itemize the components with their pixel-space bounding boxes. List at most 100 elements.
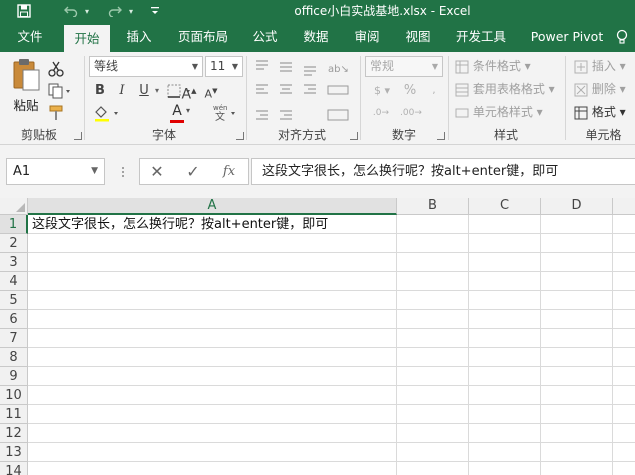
- gridline: [28, 309, 635, 310]
- row-header-13[interactable]: 13: [0, 443, 28, 462]
- underline-dropdown-icon[interactable]: ▾: [152, 82, 162, 100]
- gridline: [28, 347, 635, 348]
- insert-cells-button[interactable]: 插入 ▾: [574, 57, 626, 75]
- worksheet-grid[interactable]: A B C D 1 2 3 4 5 6 7 8 9 10 11 12 13 14…: [0, 198, 635, 475]
- tab-file[interactable]: 文件: [8, 22, 52, 52]
- fill-color-icon: [95, 106, 118, 122]
- paste-icon: [13, 59, 40, 91]
- row-header-14[interactable]: 14: [0, 462, 28, 475]
- row-header-12[interactable]: 12: [0, 424, 28, 443]
- bold-button[interactable]: B: [92, 82, 108, 100]
- increase-font-button[interactable]: A▲: [180, 82, 198, 103]
- format-cells-label: 格式: [591, 105, 616, 119]
- number-format-value: 常规: [370, 59, 395, 73]
- clipboard-group-label: 剪贴板: [20, 128, 57, 142]
- copy-icon[interactable]: [47, 82, 73, 100]
- cancel-formula-icon[interactable]: ✕: [142, 159, 172, 184]
- tab-formulas[interactable]: 公式: [245, 22, 285, 52]
- formula-bar-grip-icon[interactable]: [121, 166, 125, 178]
- row-header-7[interactable]: 7: [0, 329, 28, 348]
- clipboard-launcher-icon[interactable]: [74, 132, 82, 140]
- increase-decimal-button[interactable]: .0→: [368, 104, 394, 122]
- font-size-value: 11: [210, 59, 226, 73]
- font-size-combo[interactable]: 11 ▼: [205, 56, 243, 77]
- column-header-b[interactable]: B: [397, 198, 469, 215]
- cut-icon[interactable]: [47, 60, 67, 78]
- tab-home[interactable]: 开始: [64, 25, 110, 52]
- tab-developer[interactable]: 开发工具: [449, 22, 513, 52]
- gridline: [28, 423, 635, 424]
- row-header-9[interactable]: 9: [0, 367, 28, 386]
- name-box[interactable]: A1 ▼: [6, 158, 105, 185]
- format-as-table-icon: [455, 83, 469, 96]
- italic-button[interactable]: I: [114, 82, 130, 100]
- tab-review[interactable]: 审阅: [347, 22, 387, 52]
- font-color-swatch: [170, 120, 184, 123]
- row-header-5[interactable]: 5: [0, 291, 28, 310]
- enter-formula-icon[interactable]: ✓: [178, 159, 208, 184]
- insert-cells-icon: [574, 60, 588, 73]
- tab-insert[interactable]: 插入: [118, 22, 160, 52]
- delete-cells-button[interactable]: 删除 ▾: [574, 80, 626, 98]
- decrease-decimal-button[interactable]: .00→: [398, 104, 424, 122]
- tab-power-pivot[interactable]: Power Pivot: [526, 22, 608, 52]
- row-header-3[interactable]: 3: [0, 253, 28, 272]
- font-launcher-icon[interactable]: [236, 132, 244, 140]
- svg-text:文: 文: [215, 110, 225, 122]
- row-header-6[interactable]: 6: [0, 310, 28, 329]
- alignment-group-label: 对齐方式: [277, 128, 326, 142]
- alignment-buttons[interactable]: ab↘: [254, 58, 354, 124]
- percent-button[interactable]: %: [400, 82, 420, 100]
- formula-buttons: ✕ ✓ fx: [139, 158, 249, 185]
- select-all-button[interactable]: [0, 198, 28, 215]
- title-bar: ▾ ▾ office小白实战基地.xlsx - Excel: [0, 0, 635, 22]
- row-header-2[interactable]: 2: [0, 234, 28, 253]
- formula-bar: A1 ▼ ✕ ✓ fx 这段文字很长，怎么换行呢？按alt+enter键，即可: [0, 145, 635, 198]
- currency-button[interactable]: $ ▾: [368, 82, 396, 100]
- column-header-a[interactable]: A: [28, 198, 397, 215]
- delete-cells-label: 删除: [591, 82, 616, 96]
- tab-view[interactable]: 视图: [398, 22, 438, 52]
- alignment-launcher-icon[interactable]: [350, 132, 358, 140]
- tell-me-lightbulb-icon[interactable]: [615, 29, 629, 45]
- paste-label: 粘贴: [13, 98, 39, 113]
- chevron-down-icon: ▼: [431, 62, 438, 71]
- row-header-10[interactable]: 10: [0, 386, 28, 405]
- paste-button[interactable]: 粘贴: [8, 58, 44, 114]
- format-painter-icon[interactable]: [47, 104, 67, 122]
- font-color-button[interactable]: A ▾: [168, 103, 200, 124]
- phonetic-button[interactable]: wén 文: [212, 102, 238, 123]
- insert-function-icon[interactable]: fx: [214, 159, 244, 184]
- gridline: [612, 215, 613, 475]
- insert-cells-label: 插入: [591, 59, 616, 73]
- cell-a1[interactable]: 这段文字很长，怎么换行呢？按alt+enter键，即可: [29, 215, 328, 234]
- conditional-formatting-button[interactable]: 条件格式 ▾: [455, 57, 531, 75]
- column-header-e[interactable]: [613, 198, 635, 215]
- format-as-table-button[interactable]: 套用表格格式 ▾: [455, 80, 555, 98]
- font-name-combo[interactable]: 等线 ▼: [89, 56, 203, 77]
- conditional-formatting-label: 条件格式: [472, 59, 521, 73]
- tab-page-layout[interactable]: 页面布局: [172, 22, 234, 52]
- column-header-d[interactable]: D: [541, 198, 613, 215]
- tab-data[interactable]: 数据: [296, 22, 336, 52]
- cell-styles-button[interactable]: 单元格样式 ▾: [455, 103, 543, 121]
- number-format-combo[interactable]: 常规 ▼: [365, 56, 443, 77]
- format-cells-button[interactable]: 格式 ▾: [574, 103, 626, 121]
- group-separator: [565, 56, 566, 140]
- number-group-label: 数字: [391, 128, 416, 142]
- underline-button[interactable]: U: [136, 82, 152, 100]
- row-header-8[interactable]: 8: [0, 348, 28, 367]
- row-header-11[interactable]: 11: [0, 405, 28, 424]
- row-header-4[interactable]: 4: [0, 272, 28, 291]
- formula-input[interactable]: 这段文字很长，怎么换行呢？按alt+enter键，即可: [251, 158, 635, 185]
- cell-styles-icon: [455, 108, 469, 117]
- number-launcher-icon[interactable]: [437, 132, 445, 140]
- comma-style-button[interactable]: ,: [424, 82, 444, 100]
- format-cells-icon: [574, 106, 588, 119]
- font-name-value: 等线: [94, 59, 119, 73]
- gridline: [468, 215, 469, 475]
- fill-color-button[interactable]: [92, 104, 124, 122]
- row-header-1[interactable]: 1: [0, 215, 28, 234]
- column-header-c[interactable]: C: [469, 198, 541, 215]
- decrease-font-button[interactable]: A▼: [202, 82, 220, 101]
